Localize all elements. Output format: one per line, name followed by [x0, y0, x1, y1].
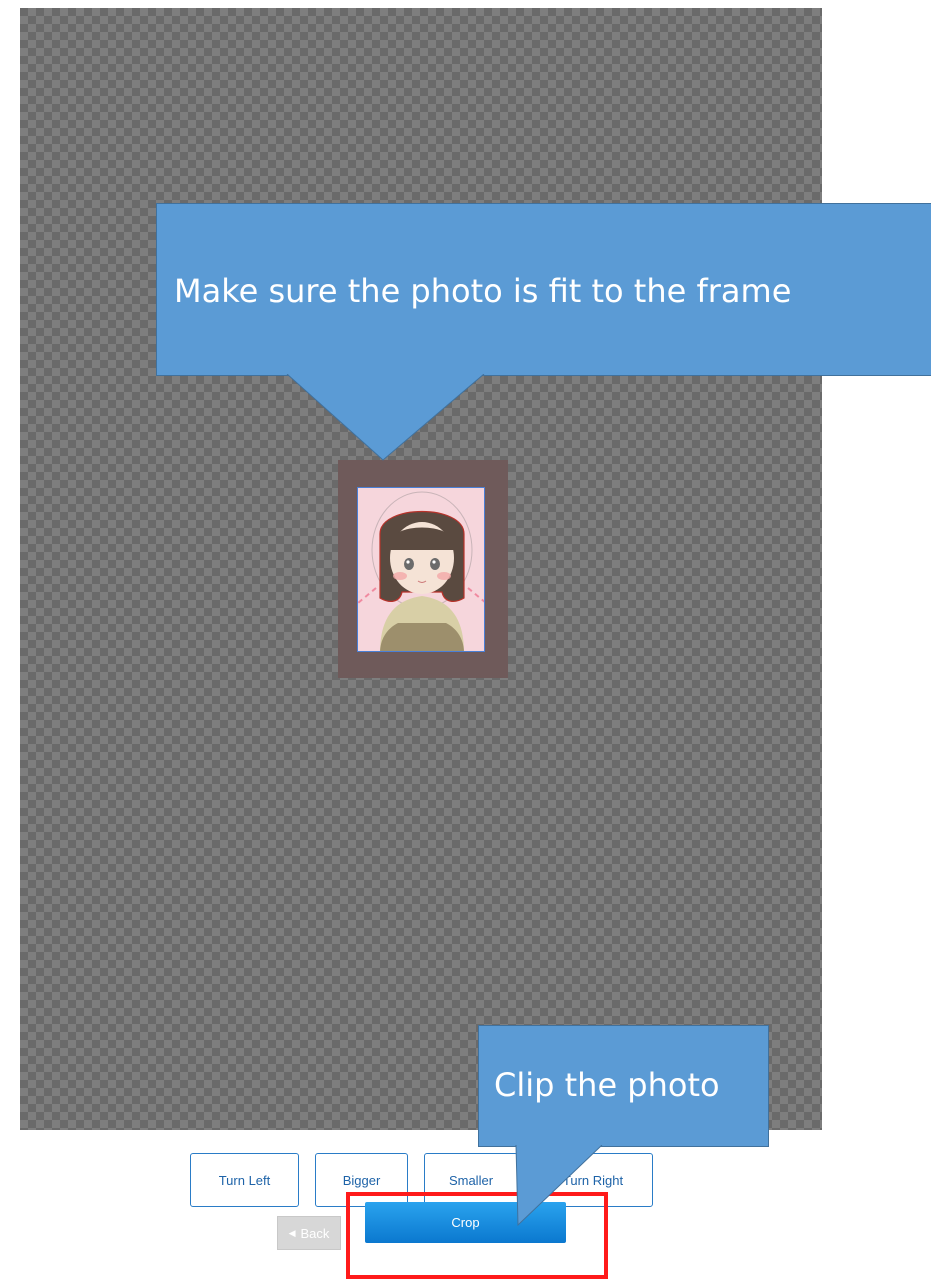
photo-crop-frame[interactable]	[357, 487, 485, 652]
clip-photo-callout: Clip the photo	[478, 1025, 769, 1147]
fit-frame-callout-text: Make sure the photo is fit to the frame	[174, 272, 792, 310]
clip-photo-callout-text: Clip the photo	[494, 1066, 720, 1104]
turn-left-button[interactable]: Turn Left	[190, 1153, 299, 1207]
back-button[interactable]: ◀ Back	[277, 1216, 341, 1250]
portrait-illustration	[358, 488, 484, 651]
back-button-label: Back	[300, 1225, 330, 1241]
chevron-left-icon: ◀	[288, 1227, 296, 1238]
clip-photo-callout-pointer	[515, 1145, 603, 1227]
fit-frame-callout-pointer	[286, 374, 485, 461]
fit-frame-callout: Make sure the photo is fit to the frame	[156, 203, 931, 376]
